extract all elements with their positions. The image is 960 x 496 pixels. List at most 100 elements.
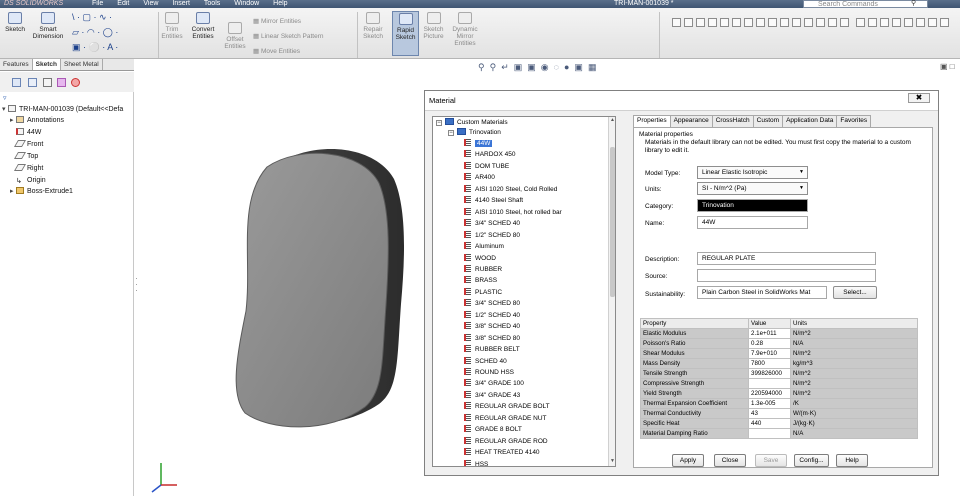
material-item[interactable]: 44W [464,139,493,148]
material-item[interactable]: WOOD [464,253,496,263]
material-item[interactable]: 4140 Steel Shaft [464,196,523,205]
property-value-cell[interactable]: 399826000 [748,368,791,379]
edit-appearance-icon[interactable]: ● [564,62,569,73]
toolbar-tool-icon[interactable] [672,18,681,27]
close-button[interactable]: Close [714,454,746,467]
library-scrollbar[interactable]: ▲ ▼ [608,117,615,466]
view-orientation-icon[interactable]: ▣ [527,62,536,73]
material-item[interactable]: ROUND HSS [464,368,514,377]
close-icon[interactable]: ✖ [908,93,930,103]
library-root[interactable]: − Custom Materials [436,118,508,127]
menu-help[interactable]: Help [273,0,287,8]
material-item[interactable]: BRASS [464,276,497,285]
search-commands-input[interactable]: Search Commands [803,0,928,8]
material-item[interactable]: AISI 1020 Steel, Cold Rolled [464,184,557,194]
menu-file[interactable]: File [92,0,103,8]
menu-tools[interactable]: Tools [204,0,220,8]
menu-insert[interactable]: Insert [172,0,190,8]
material-item[interactable]: Aluminum [464,242,504,251]
material-item[interactable]: GRADE 8 BOLT [464,425,522,434]
material-item[interactable]: PLASTIC [464,287,502,297]
line-tool-icon[interactable]: \ · ▢ · ∿ · [72,12,112,23]
toolbar-tool-icon[interactable] [816,18,825,27]
maximize-icon[interactable]: □ [950,62,955,71]
tab-crosshatch[interactable]: CrossHatch [711,115,754,127]
material-item[interactable]: SCHED 40 [464,356,507,366]
toolbar-tool-icon[interactable] [756,18,765,27]
units-select[interactable]: SI - N/m^2 (Pa) ▼ [697,182,808,195]
menu-window[interactable]: Window [234,0,259,8]
property-value-cell[interactable] [748,428,791,439]
toolbar-tool-icon[interactable] [780,18,789,27]
toolbar-tool-icon[interactable] [708,18,717,27]
toolbar-tool-icon[interactable] [744,18,753,27]
material-item[interactable]: 1/2" SCHED 80 [464,230,520,240]
apply-button[interactable]: Apply [672,454,704,467]
dynamic-mirror-button[interactable]: Dynamic Mirror Entities [449,12,481,47]
tab-sketch[interactable]: Sketch [32,59,61,70]
configuration-manager-icon[interactable] [43,78,52,87]
category-field[interactable]: Trinovation [697,199,808,212]
property-value-cell[interactable]: 2.1e+011 [748,328,791,339]
tab-application-data[interactable]: Application Data [782,115,838,127]
tree-item-annotations[interactable]: ▸ Annotations [10,116,64,126]
material-item[interactable]: 3/4" GRADE 100 [464,379,524,388]
tree-item-material[interactable]: 44W [16,128,41,138]
tree-item-part[interactable]: ▾ TRI-MAN-001039 (Default<<Defa [2,105,123,115]
zoom-to-fit-icon[interactable]: ⚲ [478,62,485,73]
scroll-up-icon[interactable]: ▲ [609,117,615,125]
material-item[interactable]: HSS [464,459,488,466]
toolbar-tool-icon[interactable] [732,18,741,27]
scroll-down-icon[interactable]: ▼ [609,458,615,466]
property-value-cell[interactable]: 7800 [748,358,791,369]
search-icon[interactable]: ⚲ [911,0,916,8]
tab-favorites[interactable]: Favorites [836,115,872,127]
property-manager-icon[interactable] [28,78,37,87]
menu-view[interactable]: View [143,0,158,8]
tree-item-front[interactable]: Front [13,140,43,150]
repair-sketch-button[interactable]: Repair Sketch [360,12,386,40]
toolbar-tool-icon[interactable] [880,18,889,27]
toolbar-tool-icon[interactable] [940,18,949,27]
tab-features[interactable]: Features [0,59,33,70]
toolbar-tool-icon[interactable] [868,18,877,27]
material-item[interactable]: HARDOX 450 [464,150,515,159]
toolbar-tool-icon[interactable] [804,18,813,27]
material-item[interactable]: REGULAR GRADE NUT [464,413,547,423]
material-item[interactable]: 3/8" SCHED 40 [464,322,520,331]
toolbar-tool-icon[interactable] [828,18,837,27]
tab-appearance[interactable]: Appearance [669,115,713,127]
material-item[interactable]: DOM TUBE [464,161,509,171]
property-value-cell[interactable] [748,378,791,389]
mirror-entities-button[interactable]: ▦ Mirror Entities [253,17,301,25]
save-button[interactable]: Save [755,454,787,467]
display-manager-icon[interactable] [71,78,80,87]
tab-sheet-metal[interactable]: Sheet Metal [61,59,103,70]
toolbar-tool-icon[interactable] [696,18,705,27]
view-settings-icon[interactable]: ▦ [588,62,597,73]
sketch-button[interactable]: Sketch [3,12,27,33]
sustainability-field[interactable]: Plain Carbon Steel in SolidWorks Mat [697,286,827,299]
toolbar-tool-icon[interactable] [792,18,801,27]
config-button[interactable]: Config... [794,454,829,467]
library-folder[interactable]: − Trinovation [448,128,501,137]
toolbar-tool-icon[interactable] [928,18,937,27]
toolbar-tool-icon[interactable] [684,18,693,27]
material-item[interactable]: RUBBER BELT [464,345,520,354]
tree-item-top[interactable]: Top [13,152,38,162]
trim-entities-button[interactable]: Trim Entities [161,12,183,40]
dimxpert-icon[interactable] [57,78,66,87]
material-item[interactable]: AISI 1010 Steel, hot rolled bar [464,207,562,217]
property-value-cell[interactable]: 0.28 [748,338,791,349]
menu-edit[interactable]: Edit [117,0,129,8]
property-value-cell[interactable]: 220594000 [748,388,791,399]
tree-item-right[interactable]: Right [13,164,43,174]
linear-sketch-pattern-button[interactable]: ▦ Linear Sketch Pattern [253,32,323,40]
toolbar-tool-icon[interactable] [916,18,925,27]
toolbar-tool-icon[interactable] [720,18,729,27]
material-item[interactable]: 3/4" SCHED 40 [464,219,520,228]
material-item[interactable]: 3/8" SCHED 80 [464,333,520,343]
material-item[interactable]: 3/4" SCHED 80 [464,299,520,308]
move-entities-button[interactable]: ▦ Move Entities [253,47,300,55]
feature-manager-icon[interactable] [12,78,21,87]
